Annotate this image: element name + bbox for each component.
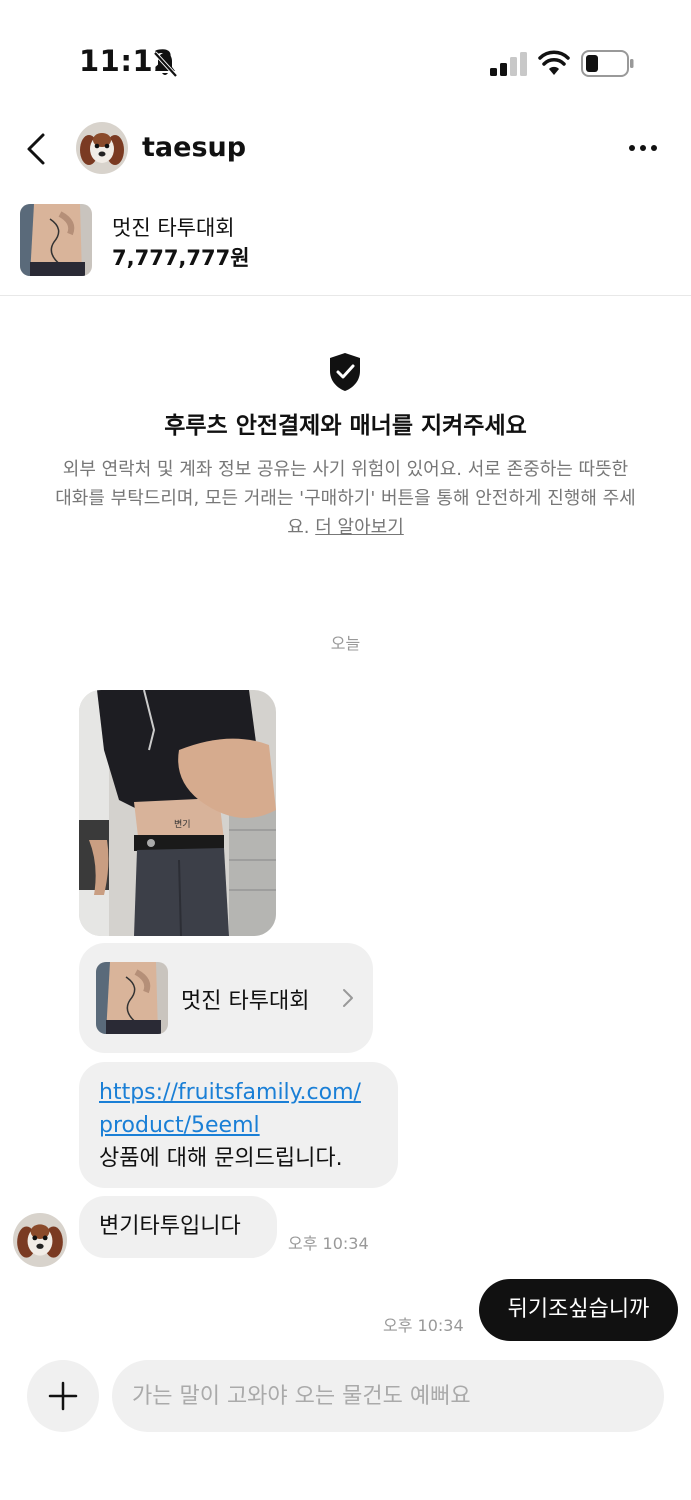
outgoing-message: 뒤기조싶습니까 — [479, 1279, 678, 1341]
outgoing-timestamp: 오후 10:34 — [383, 1316, 464, 1335]
battery-icon — [581, 50, 634, 77]
incoming-timestamp: 오후 10:34 — [288, 1234, 369, 1253]
tattoo-photo-icon — [20, 204, 92, 276]
wifi-icon — [538, 50, 570, 75]
date-separator: 오늘 — [330, 634, 361, 653]
incoming-message: 변기타투입니다 — [79, 1196, 277, 1258]
shield-check-icon — [330, 353, 360, 391]
signal-icon — [490, 52, 527, 76]
product-link-line1[interactable]: https://fruitsfamily.com/ — [99, 1076, 378, 1109]
bell-off-icon — [153, 51, 178, 78]
product-name: 멋진 타투대회 — [112, 216, 235, 240]
product-card-thumbnail — [96, 962, 168, 1034]
plus-icon — [48, 1381, 78, 1411]
notice-body: 외부 연락처 및 계좌 정보 공유는 사기 위험이 있어요. 서로 존중하는 따… — [55, 455, 636, 542]
product-bar[interactable]: 멋진 타투대회 7,777,777원 — [0, 200, 691, 296]
link-message: https://fruitsfamily.com/ product/5eeml … — [79, 1062, 398, 1188]
tattoo-photo-icon: 변기 — [79, 690, 276, 936]
more-dots-icon — [629, 145, 657, 151]
svg-text:변기: 변기 — [174, 819, 191, 830]
dog-avatar-icon — [76, 122, 128, 174]
product-link-line2[interactable]: product/5eeml — [99, 1109, 378, 1142]
dog-avatar-icon — [13, 1213, 67, 1267]
product-thumbnail — [20, 204, 92, 276]
attach-button[interactable] — [27, 1360, 99, 1432]
message-photo[interactable]: 변기 — [79, 690, 276, 936]
product-card-label: 멋진 타투대회 — [181, 989, 310, 1014]
back-button[interactable] — [20, 130, 52, 168]
message-input[interactable] — [112, 1360, 664, 1432]
notice-title: 후루츠 안전결제와 매너를 지켜주세요 — [164, 413, 527, 439]
more-options-button[interactable] — [625, 134, 661, 162]
avatar[interactable] — [76, 122, 128, 174]
chevron-right-icon — [343, 989, 353, 1007]
tattoo-photo-icon — [96, 962, 168, 1034]
learn-more-link[interactable]: 더 알아보기 — [315, 517, 404, 538]
chat-header: taesup — [0, 110, 691, 188]
product-price: 7,777,777원 — [112, 246, 250, 270]
status-bar: 11:12 — [0, 0, 691, 110]
chevron-left-icon — [27, 133, 45, 165]
link-message-text: 상품에 대해 문의드립니다. — [99, 1146, 343, 1171]
username[interactable]: taesup — [142, 132, 246, 163]
product-card-message[interactable]: 멋진 타투대회 — [79, 943, 373, 1053]
sender-avatar[interactable] — [13, 1213, 67, 1267]
